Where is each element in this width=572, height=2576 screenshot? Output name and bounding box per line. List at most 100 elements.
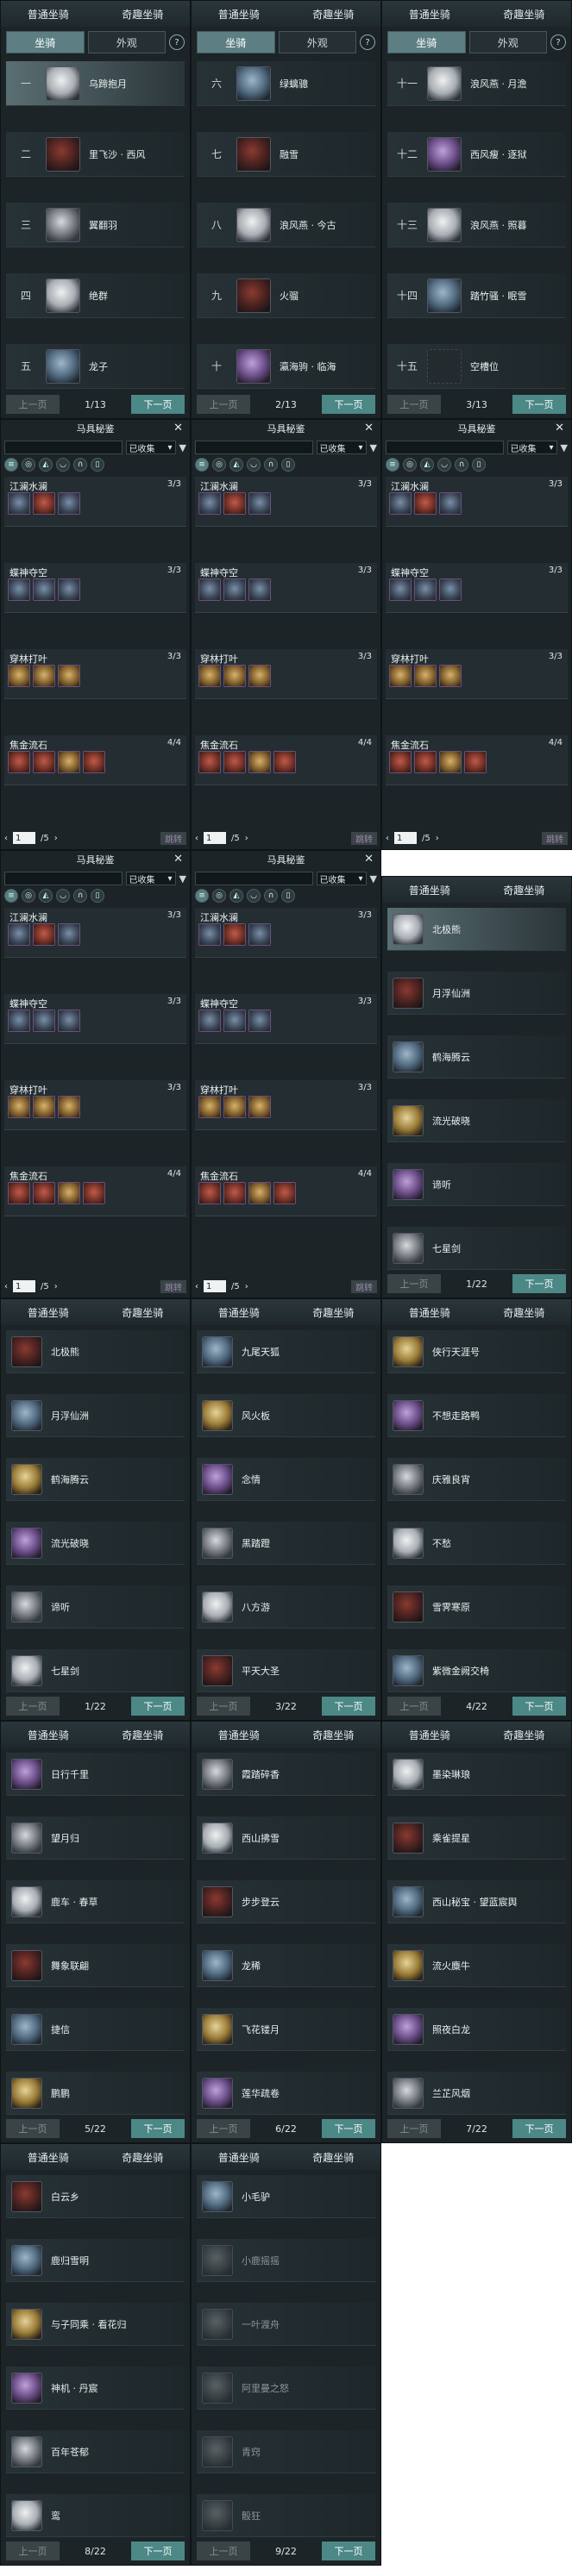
tab-special-mounts[interactable]: 奇趣坐骑 — [116, 2150, 168, 2165]
saddle-part-icon[interactable] — [439, 751, 462, 773]
subtab-look[interactable]: 外观 — [468, 31, 547, 53]
rein-icon[interactable]: ◡ — [247, 889, 261, 903]
prev-page-button[interactable]: 上一页 — [6, 2542, 60, 2560]
armor-icon[interactable]: ▯ — [281, 889, 295, 903]
mount-row[interactable]: 五 龙子 — [6, 344, 185, 389]
saddle-part-icon[interactable] — [273, 1182, 296, 1204]
special-mount-row[interactable]: 七星剑 — [387, 1227, 566, 1270]
rein-icon[interactable]: ◡ — [56, 889, 70, 903]
special-mount-row[interactable]: 白云乡 — [6, 2175, 185, 2218]
saddle-part-icon[interactable] — [33, 665, 55, 687]
saddle-part-icon[interactable] — [439, 578, 462, 601]
next-page-button[interactable]: 下一页 — [321, 2119, 375, 2138]
special-mount-row[interactable]: 一叶渡舟 — [197, 2303, 375, 2346]
saddle-part-icon[interactable] — [389, 665, 412, 687]
jump-button[interactable]: 跳转 — [160, 831, 186, 845]
special-mount-row[interactable]: 月浮仙洲 — [387, 972, 566, 1015]
special-mount-row[interactable]: 与子同乘 · 看花归 — [6, 2303, 185, 2346]
saddle-part-icon[interactable] — [439, 665, 462, 687]
saddle-part-icon[interactable] — [223, 492, 246, 515]
next-page-button[interactable]: 下一页 — [130, 2119, 185, 2138]
jump-button[interactable]: 跳转 — [351, 831, 377, 845]
special-mount-row[interactable]: 步步登云 — [197, 1880, 375, 1923]
page-input[interactable]: 1 — [204, 1280, 226, 1292]
special-mount-row[interactable]: 紫微金阙交椅 — [387, 1649, 566, 1692]
tab-normal-mounts[interactable]: 普通坐骑 — [22, 7, 74, 22]
next-arrow-icon[interactable]: › — [54, 1282, 58, 1291]
prev-page-button[interactable]: 上一页 — [387, 2119, 441, 2138]
saddle-part-icon[interactable] — [58, 1096, 80, 1118]
special-mount-row[interactable]: 念情 — [197, 1458, 375, 1501]
help-icon[interactable]: ? — [169, 34, 185, 50]
special-mount-row[interactable]: 飞花镂月 — [197, 2008, 375, 2051]
saddle-part-icon[interactable] — [33, 751, 55, 773]
next-page-button[interactable]: 下一页 — [130, 395, 185, 414]
saddle-part-icon[interactable] — [83, 751, 105, 773]
saddle-part-icon[interactable] — [248, 1096, 271, 1118]
saddle-part-icon[interactable] — [248, 1010, 271, 1032]
special-mount-row[interactable]: 兰芷风烟 — [387, 2072, 566, 2115]
tab-special-mounts[interactable]: 奇趣坐骑 — [307, 7, 359, 22]
saddle-icon[interactable]: ◎ — [403, 458, 417, 472]
search-input[interactable] — [195, 441, 313, 454]
search-input[interactable] — [4, 441, 123, 454]
search-input[interactable] — [195, 872, 313, 885]
next-page-button[interactable]: 下一页 — [512, 395, 566, 414]
saddle-part-icon[interactable] — [8, 665, 30, 687]
filter-icon[interactable]: ▼ — [179, 873, 186, 885]
tab-special-mounts[interactable]: 奇趣坐骑 — [307, 2150, 359, 2165]
saddle-part-icon[interactable] — [58, 1182, 80, 1204]
mount-row[interactable]: 九 火骝 — [197, 273, 375, 318]
next-page-button[interactable]: 下一页 — [321, 2542, 375, 2560]
tab-normal-mounts[interactable]: 普通坐骑 — [404, 883, 456, 897]
list-icon[interactable]: ≡ — [4, 889, 18, 903]
special-mount-row[interactable]: 乘雀提星 — [387, 1816, 566, 1860]
special-mount-row[interactable]: 鸾 — [6, 2494, 185, 2537]
tab-normal-mounts[interactable]: 普通坐骑 — [404, 1305, 456, 1320]
close-icon[interactable]: ✕ — [173, 422, 183, 435]
page-input[interactable]: 1 — [394, 832, 417, 844]
saddle-part-icon[interactable] — [248, 665, 271, 687]
saddle-part-icon[interactable] — [223, 578, 246, 601]
saddle-part-icon[interactable] — [198, 665, 221, 687]
tab-normal-mounts[interactable]: 普通坐骑 — [213, 1728, 265, 1742]
mount-row[interactable]: 二 里飞沙 · 西风 — [6, 132, 185, 177]
special-mount-row[interactable]: 雪霁寒原 — [387, 1585, 566, 1629]
filter-icon[interactable]: ▼ — [179, 442, 186, 453]
prev-page-button[interactable]: 上一页 — [197, 1697, 250, 1716]
saddle-part-icon[interactable] — [248, 492, 271, 515]
saddle-part-icon[interactable] — [414, 578, 437, 601]
saddle-part-icon[interactable] — [8, 578, 30, 601]
prev-page-button[interactable]: 上一页 — [197, 2119, 250, 2138]
saddle-part-icon[interactable] — [414, 751, 437, 773]
special-mount-row[interactable]: 流火麋牛 — [387, 1944, 566, 1987]
mount-row[interactable]: 十三 浪风燕 · 照暮 — [387, 203, 566, 247]
bridle-icon[interactable]: ◭ — [420, 458, 434, 472]
saddle-part-icon[interactable] — [389, 578, 412, 601]
special-mount-row[interactable]: 青窍 — [197, 2430, 375, 2473]
next-arrow-icon[interactable]: › — [54, 834, 58, 843]
bridle-icon[interactable]: ◭ — [229, 458, 243, 472]
saddle-part-icon[interactable] — [223, 1010, 246, 1032]
special-mount-row[interactable]: 百年苍郁 — [6, 2430, 185, 2473]
prev-page-button[interactable]: 上一页 — [6, 2119, 60, 2138]
armor-icon[interactable]: ▯ — [472, 458, 486, 472]
list-icon[interactable]: ≡ — [386, 458, 399, 472]
special-mount-row[interactable]: 捷信 — [6, 2008, 185, 2051]
mount-row[interactable]: 四 绝群 — [6, 273, 185, 318]
list-icon[interactable]: ≡ — [195, 458, 209, 472]
special-mount-row[interactable]: 小毛驴 — [197, 2175, 375, 2218]
prev-arrow-icon[interactable]: ‹ — [4, 1282, 8, 1291]
special-mount-row[interactable]: 北极熊 — [387, 908, 566, 951]
prev-arrow-icon[interactable]: ‹ — [195, 1282, 198, 1291]
prev-page-button[interactable]: 上一页 — [387, 395, 441, 414]
subtab-look[interactable]: 外观 — [278, 31, 356, 53]
prev-arrow-icon[interactable]: ‹ — [4, 834, 8, 843]
close-icon[interactable]: ✕ — [364, 422, 374, 435]
special-mount-row[interactable]: 西山秘宝 · 望蓝宸舆 — [387, 1880, 566, 1923]
saddle-part-icon[interactable] — [198, 1010, 221, 1032]
tab-normal-mounts[interactable]: 普通坐骑 — [22, 2150, 74, 2165]
armor-icon[interactable]: ▯ — [281, 458, 295, 472]
special-mount-row[interactable]: 谛听 — [6, 1585, 185, 1629]
special-mount-row[interactable]: 骰狂 — [197, 2494, 375, 2537]
